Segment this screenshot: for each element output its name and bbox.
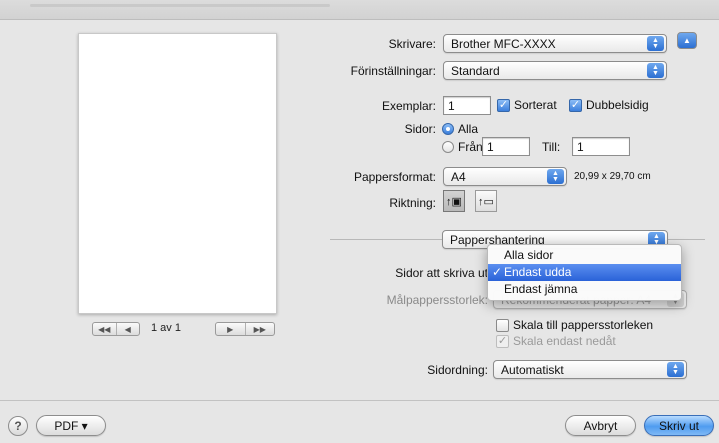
pages-all-radio[interactable]: Alla xyxy=(442,122,478,136)
triangle-up-icon: ▲ xyxy=(683,36,691,45)
printer-popup[interactable]: Brother MFC-XXXX ▲ ▼ xyxy=(443,34,667,53)
updown-arrows-icon: ▲▼ xyxy=(647,63,664,78)
checkmark-icon: ✓ xyxy=(492,265,503,279)
pages-all-label: Alla xyxy=(458,122,479,136)
presets-popup[interactable]: Standard ▲ ▼ xyxy=(443,61,667,80)
pages-to-print-label: Sidor att skriva ut xyxy=(395,266,488,280)
menu-item-all-pages[interactable]: Alla sidor xyxy=(488,247,681,264)
help-icon: ? xyxy=(14,419,22,433)
updown-arrows-icon: ▲▼ xyxy=(547,169,564,184)
menu-item-odd-only[interactable]: ✓ Endast udda xyxy=(488,264,681,281)
title-strip xyxy=(0,0,719,20)
print-preview-page xyxy=(78,33,277,314)
collated-checkbox[interactable]: ✓ Sorterat xyxy=(497,98,557,112)
scale-to-fit-checkbox[interactable]: Skala till pappersstorleken xyxy=(496,318,653,332)
paper-size-dimensions: 20,99 x 29,70 cm xyxy=(574,171,651,182)
duplex-checkbox[interactable]: ✓ Dubbelsidig xyxy=(569,98,649,112)
menu-item-label: Endast udda xyxy=(504,265,572,279)
pages-from-radio[interactable]: Från: xyxy=(442,140,486,154)
preview-page-label: 1 av 1 xyxy=(151,322,181,334)
checkbox-checked-icon: ✓ xyxy=(497,98,510,112)
menu-item-even-only[interactable]: Endast jämna xyxy=(488,281,681,298)
help-button[interactable]: ? xyxy=(8,416,28,436)
menu-item-label: Alla sidor xyxy=(504,248,554,262)
orientation-label: Riktning: xyxy=(389,196,436,210)
destination-paper-label: Målpappersstorlek: xyxy=(386,293,488,307)
presets-value: Standard xyxy=(451,63,500,78)
last-page-icon[interactable]: ▶▶ xyxy=(246,323,275,335)
preview-pager-forward[interactable]: ▶ ▶▶ xyxy=(215,322,275,336)
checkbox-checked-icon: ✓ xyxy=(569,98,582,112)
previous-page-icon[interactable]: ◀ xyxy=(117,323,140,335)
paper-size-label: Pappersformat: xyxy=(353,170,436,184)
copies-field[interactable]: 1 xyxy=(443,96,491,115)
pages-label: Sidor: xyxy=(404,122,436,136)
printer-value: Brother MFC-XXXX xyxy=(451,36,556,51)
pages-to-field[interactable]: 1 xyxy=(572,137,630,156)
paper-size-popup[interactable]: A4 ▲ ▼ xyxy=(443,167,567,186)
radio-selected-icon xyxy=(442,123,454,135)
scale-down-only-label: Skala endast nedåt xyxy=(513,334,616,348)
pdf-button[interactable]: PDF ▾ xyxy=(36,415,106,436)
preview-pager-back[interactable]: ◀◀ ◀ xyxy=(92,322,140,336)
copies-label: Exemplar: xyxy=(381,99,436,113)
page-order-value: Automatiskt xyxy=(501,362,564,377)
orientation-landscape-button[interactable]: ↑▭ xyxy=(475,190,497,212)
print-button[interactable]: Skriv ut xyxy=(644,415,714,436)
radio-unselected-icon xyxy=(442,141,454,153)
scale-to-fit-label: Skala till pappersstorleken xyxy=(513,318,654,332)
scale-down-only-checkbox: ✓ Skala endast nedåt xyxy=(496,334,616,348)
menu-item-label: Endast jämna xyxy=(504,282,578,296)
landscape-icon: ↑▭ xyxy=(478,195,494,208)
title-strip-groove xyxy=(30,4,330,7)
orientation-portrait-button[interactable]: ↑▣ xyxy=(443,190,465,212)
portrait-icon: ↑▣ xyxy=(446,195,462,208)
printer-label: Skrivare: xyxy=(388,37,436,51)
print-dialog: ◀◀ ◀ 1 av 1 ▶ ▶▶ Skrivare: Brother MFC-X… xyxy=(0,0,719,443)
updown-arrows-icon: ▲▼ xyxy=(647,36,664,51)
page-order-label: Sidordning: xyxy=(427,363,488,377)
cancel-button[interactable]: Avbryt xyxy=(565,415,636,436)
duplex-label: Dubbelsidig xyxy=(586,98,649,112)
presets-label: Förinställningar: xyxy=(350,64,436,78)
pages-to-print-menu[interactable]: Alla sidor ✓ Endast udda Endast jämna xyxy=(487,244,682,301)
collated-label: Sorterat xyxy=(514,98,557,112)
paper-size-value: A4 xyxy=(451,169,466,184)
checkbox-unchecked-icon xyxy=(496,318,509,332)
footer-separator xyxy=(0,400,719,401)
updown-arrows-icon: ▲▼ xyxy=(667,362,684,377)
next-page-icon[interactable]: ▶ xyxy=(216,323,246,335)
collapse-dialog-button[interactable]: ▲ xyxy=(677,32,697,49)
checkbox-checked-icon: ✓ xyxy=(496,334,509,348)
page-order-popup[interactable]: Automatiskt ▲ ▼ xyxy=(493,360,687,379)
first-page-icon[interactable]: ◀◀ xyxy=(93,323,117,335)
pages-to-label: Till: xyxy=(542,140,561,154)
pages-from-field[interactable]: 1 xyxy=(482,137,530,156)
